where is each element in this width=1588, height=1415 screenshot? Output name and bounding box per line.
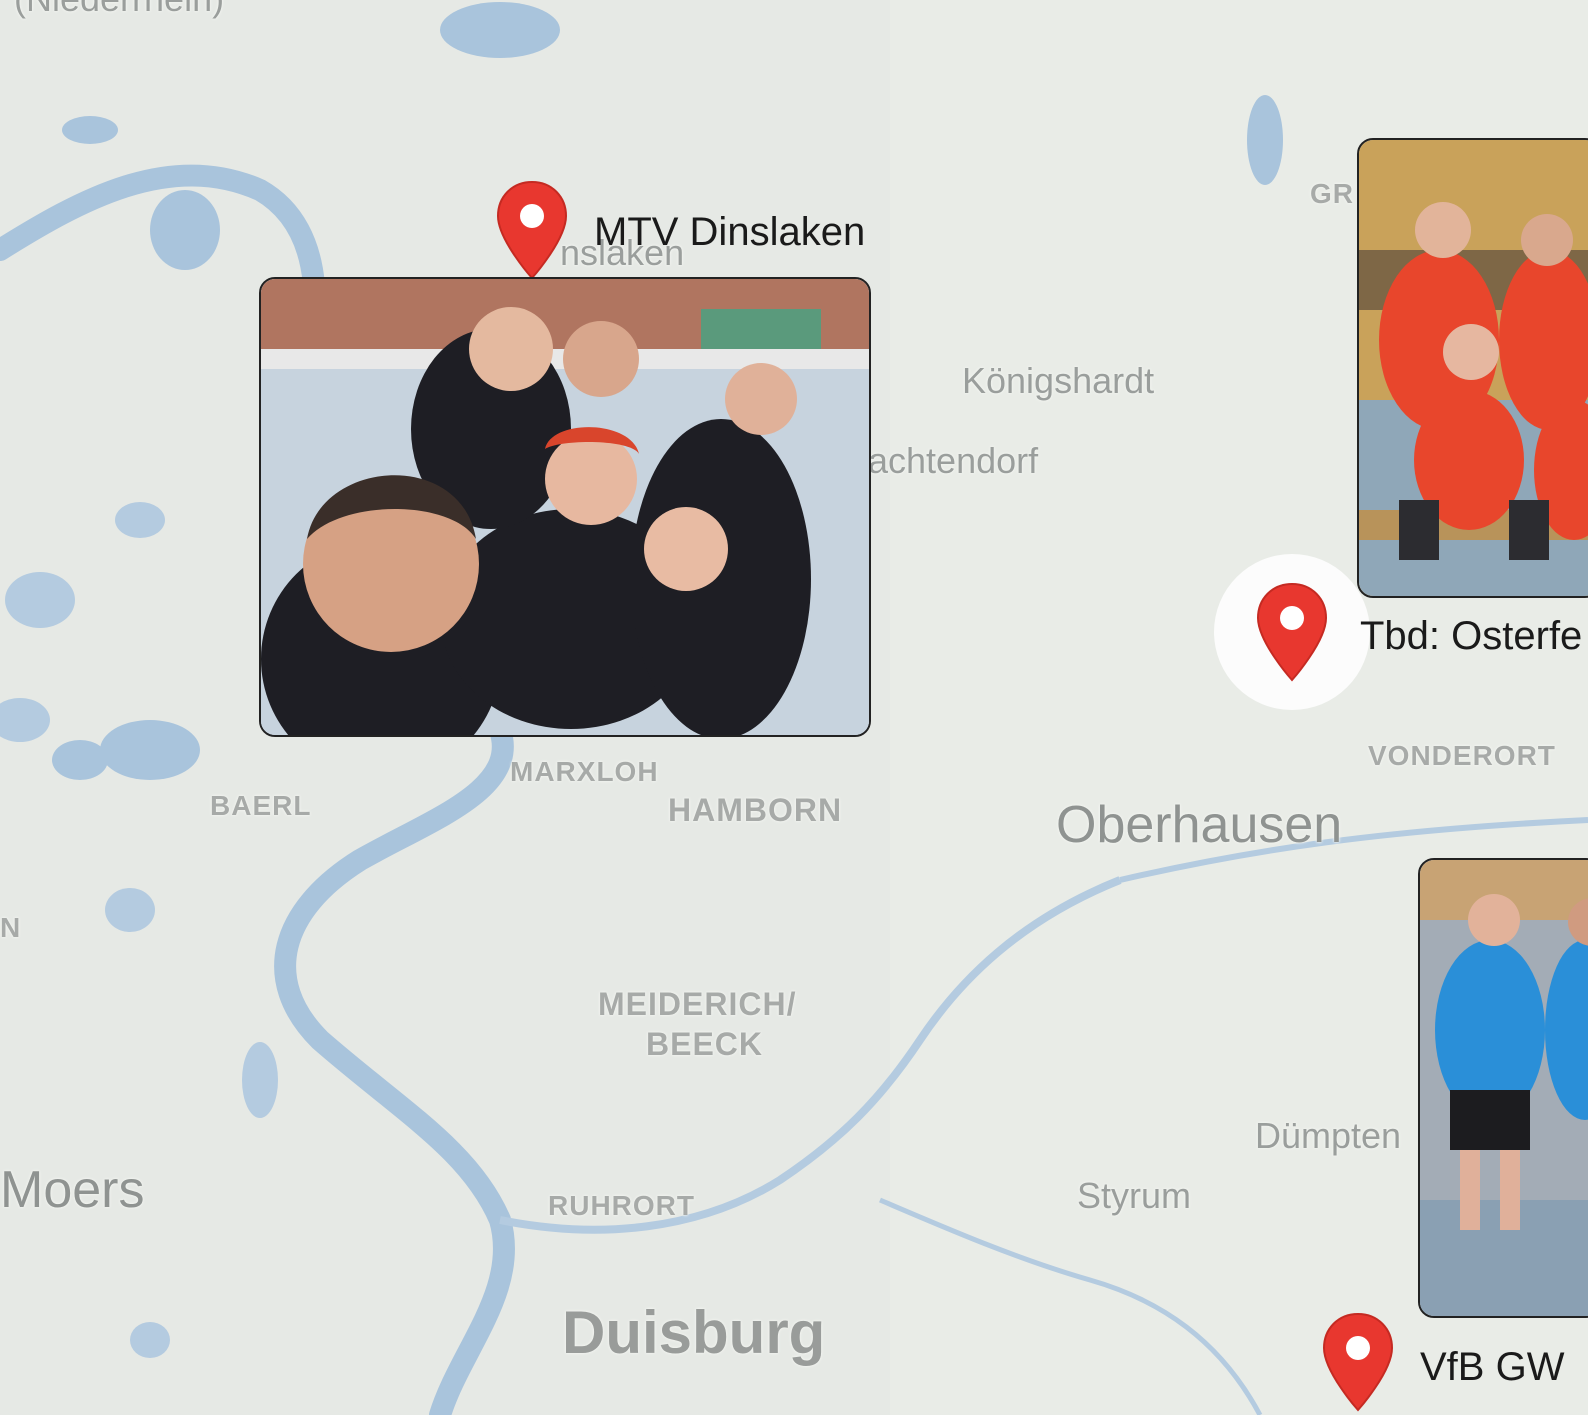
- place-label: BAERL: [210, 790, 312, 821]
- place-label: MARXLOH: [510, 756, 659, 787]
- lake: [440, 2, 560, 58]
- place-label: HAMBORN: [668, 792, 843, 828]
- marker-label[interactable]: MTV Dinslaken: [594, 210, 865, 255]
- lake: [1247, 95, 1283, 185]
- map-pin-icon[interactable]: [1214, 554, 1370, 710]
- place-label: BEECK: [646, 1026, 764, 1062]
- place-label: GR: [1310, 178, 1354, 209]
- place-label: Styrum: [1077, 1175, 1192, 1216]
- place-label: Dümpten: [1255, 1115, 1402, 1156]
- lake: [242, 1042, 278, 1118]
- lake: [150, 190, 220, 270]
- lake: [52, 740, 108, 780]
- lake: [115, 502, 165, 538]
- lake: [105, 888, 155, 932]
- team-photo[interactable]: [1418, 858, 1588, 1318]
- place-label: Oberhausen: [1056, 796, 1343, 854]
- place-label: achtendorf: [868, 440, 1039, 481]
- marker-label[interactable]: Tbd: Osterfe: [1360, 614, 1582, 659]
- team-photo[interactable]: [259, 277, 871, 737]
- team-photo[interactable]: [1357, 138, 1588, 598]
- place-label: N: [0, 912, 22, 943]
- place-label: Königshardt: [962, 360, 1155, 401]
- lake: [100, 720, 200, 780]
- place-label: VONDERORT: [1368, 740, 1556, 771]
- lake: [5, 572, 75, 628]
- place-label: Moers: [0, 1161, 145, 1219]
- place-label: MEIDERICH/: [598, 986, 797, 1022]
- lake: [130, 1322, 170, 1358]
- marker-label[interactable]: VfB GW: [1420, 1345, 1564, 1390]
- place-label: RUHRORT: [548, 1190, 695, 1221]
- place-label: Duisburg: [562, 1299, 826, 1366]
- map-pin-icon[interactable]: [494, 180, 570, 280]
- place-label: (Niederrhein): [14, 0, 224, 20]
- lake: [62, 116, 118, 144]
- map-pin-icon[interactable]: [1320, 1312, 1396, 1412]
